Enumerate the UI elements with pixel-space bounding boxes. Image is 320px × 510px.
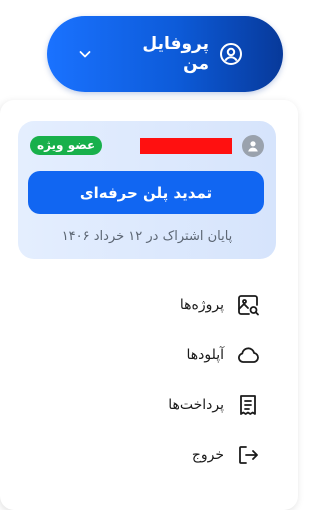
user-circle-icon — [219, 42, 243, 66]
menu-item-label: پرداخت‌ها — [168, 397, 224, 413]
image-search-icon — [236, 293, 260, 317]
menu-item-uploads[interactable]: آپلودها — [186, 340, 260, 370]
menu-item-label: پروژه‌ها — [179, 297, 224, 313]
profile-menu-button[interactable]: پروفایل من — [47, 16, 283, 92]
subscription-expiry-text: پایان اشتراک در ۱۲ خرداد ۱۴۰۶ — [61, 229, 233, 244]
menu-item-projects[interactable]: پروژه‌ها — [180, 290, 260, 320]
menu-item-logout[interactable]: خروج — [192, 440, 260, 470]
cloud-icon — [236, 343, 260, 367]
menu-item-label: خروج — [191, 447, 224, 463]
receipt-icon — [236, 393, 260, 417]
menu-item-label: آپلودها — [186, 347, 224, 363]
user-name-redacted — [140, 138, 232, 154]
profile-dropdown: عضو ویژه تمدید پلن حرفه‌ای پایان اشتراک … — [0, 100, 298, 510]
renew-pro-plan-button[interactable]: تمدید پلن حرفه‌ای — [28, 171, 264, 214]
plan-card: عضو ویژه تمدید پلن حرفه‌ای پایان اشتراک … — [18, 121, 276, 259]
user-avatar-icon — [242, 135, 264, 157]
menu-item-payments[interactable]: پرداخت‌ها — [168, 390, 260, 420]
vip-member-badge: عضو ویژه — [30, 136, 103, 155]
profile-menu-label: پروفایل من — [142, 34, 209, 74]
chevron-down-icon — [77, 46, 93, 62]
logout-icon — [236, 443, 260, 467]
